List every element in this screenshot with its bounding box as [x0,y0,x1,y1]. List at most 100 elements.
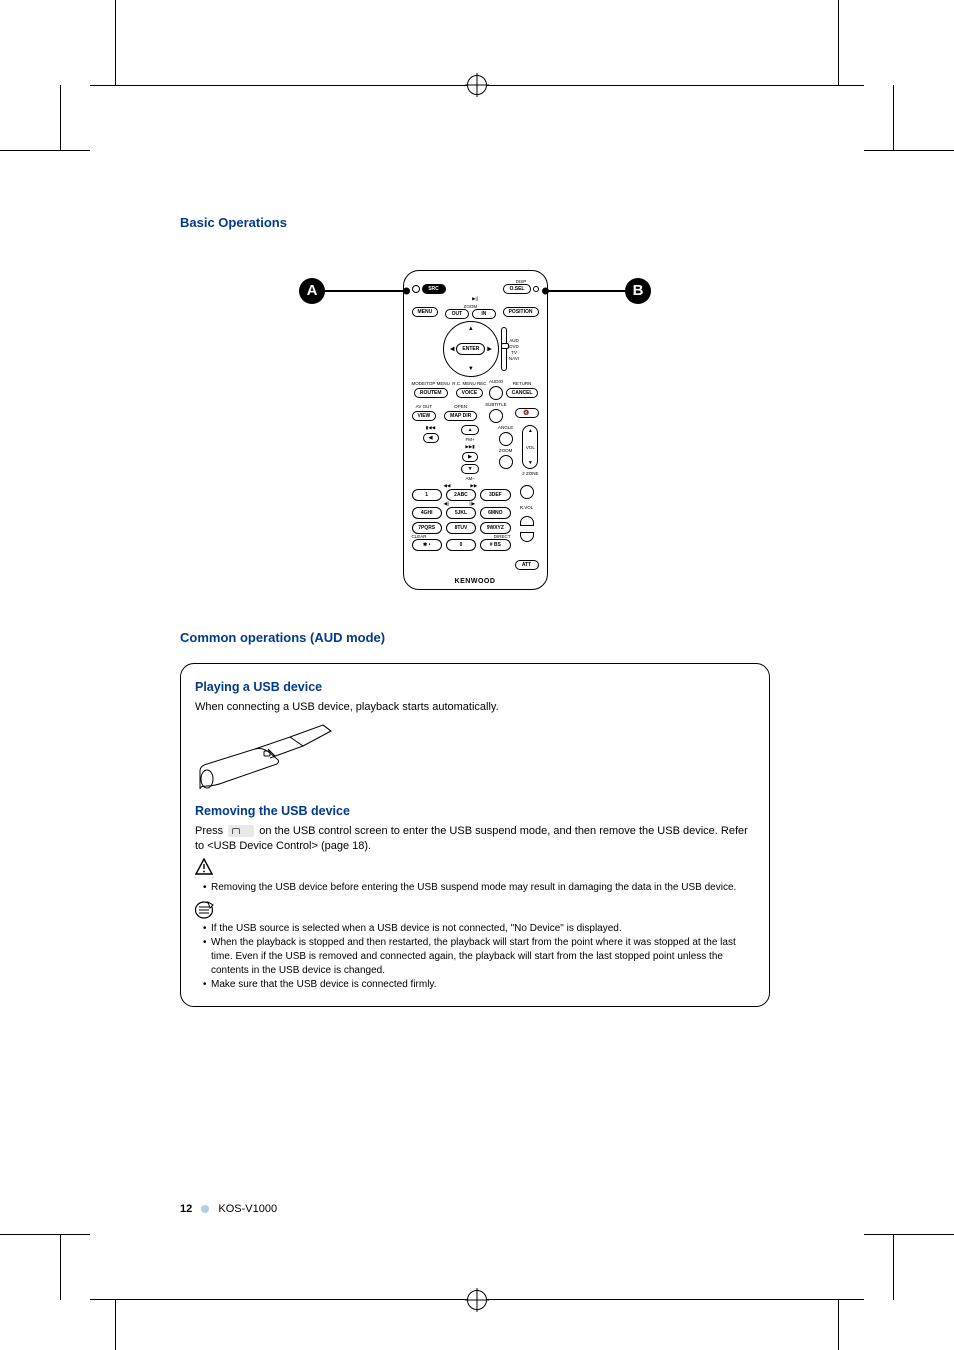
note-item: When the playback is stopped and then re… [203,936,755,978]
angle-button [499,432,513,446]
warning-list: Removing the USB device before entering … [203,881,755,895]
zoom-in-button: IN [472,309,496,319]
playing-heading: Playing a USB device [195,680,755,694]
warn-item: Removing the USB device before entering … [203,881,755,895]
section-title: Basic Operations [180,215,770,230]
rvol-down [520,532,534,542]
footer-dot-icon [201,1205,209,1213]
next-label: ▶▶▮ [465,444,474,450]
voice-top-label: R.C. MENU REC [452,381,486,386]
att-button: ATT [515,560,539,570]
enter-button: ENTER [456,343,485,355]
prev-label: ▮◀◀ [426,425,435,431]
avout-label: AV OUT [416,404,432,409]
removing-heading: Removing the USB device [195,804,755,818]
rew-label: ◀◀ [444,483,451,489]
eject-icon [228,825,254,837]
mapdir-button: MAP DIR [444,411,477,421]
down-arrow-icon: ▼ [468,366,474,372]
right-arrow-icon: ▶ [487,346,492,353]
callout-b: B [625,278,651,304]
key-7: 7PQRS [412,522,442,534]
key-4: 4GHI [412,507,442,519]
nav-down-button: ▼ [461,464,479,474]
mode-navi-label: NAVI [509,356,519,361]
voice-button: VOICE [456,388,484,398]
rvol-label: R.VOL [520,505,534,510]
angle-label: ANGLE [498,425,513,430]
left-arrow-icon: ◀ [450,346,455,353]
key-9: 9WXYZ [480,522,510,534]
remote-diagram: SRC DISP O.SEL ▶|| MENU ZOOM [403,270,548,590]
routem-top-label: MODE/TOP MENU [412,381,450,386]
remote-figure: A B SRC DISP O.SEL ▶|| MENU [305,270,645,590]
led-icon [412,285,420,293]
cancel-button: CANCEL [506,388,539,398]
callout-a-line [325,290,409,292]
nav-col-mid: ▲ FM+ ▶▶▮ ▶ ▼ AM– [451,425,489,481]
vol-down-icon: ▼ [528,460,533,466]
note-icon [195,901,215,919]
zoom-button [499,455,513,469]
vol-rocker: ▲ VOL ▼ [522,425,538,469]
nav-up-button: ▲ [461,425,479,435]
vol-up-icon: ▲ [528,428,533,434]
fm-label: FM+ [466,437,475,442]
key-6: 6MNO [480,507,510,519]
osel-button: O.SEL [503,284,530,294]
am-label: AM– [465,476,474,481]
nav-col-zoom: ANGLE ZOOM [491,425,521,469]
zoom2-label: ZOOM [499,448,513,453]
up-arrow-icon: ▲ [468,326,474,332]
playing-text: When connecting a USB device, playback s… [195,700,755,715]
vol-col-wrap: ▲ VOL ▼ 2 ZONE [522,425,538,476]
key-0: 0 [446,539,476,551]
play-pause-label: ▶|| [472,296,478,302]
page-number: 12 [180,1203,192,1215]
zone-label: 2 ZONE [522,471,538,476]
open-label: OPEN [454,404,467,409]
rvol-up [520,516,534,526]
mute-button: 🔇 [515,408,539,418]
position-button: POSITION [503,307,539,317]
key-3: 3DEF [480,489,510,501]
key-1: 1 [412,489,442,501]
subtitle-label: SUBTITLE [485,402,507,407]
key-hash: # BS [480,539,510,551]
mode-dvd-label: DVD [509,344,519,349]
warning-icon [195,858,213,876]
mode-aud-label: AUD [509,338,519,343]
common-ops-heading: Common operations (AUD mode) [180,630,770,645]
page-content: Basic Operations A B SRC DISP O.SEL ▶| [180,215,770,1007]
nav-right-button: ▶ [462,452,478,462]
mode-switch [501,327,507,371]
audio-button [489,386,503,400]
key-8: 8TUV [446,522,476,534]
dpad: ▲ ▼ ◀ ▶ ENTER [443,321,499,377]
removing-text: Press on the USB control screen to enter… [195,824,755,854]
zone2-button [520,485,534,499]
step-back-label: ◀|| [444,501,450,507]
subtitle-button [489,409,503,423]
removing-text-a: Press [195,825,226,837]
vol-label: VOL [526,445,535,450]
nav-col-left: ▮◀◀ ◀ [412,425,450,443]
zoom-out-button: OUT [445,309,469,319]
view-button: VIEW [412,411,437,421]
led-icon [533,286,539,292]
src-button: SRC [422,284,446,294]
menu-button: MENU [412,307,439,317]
numpad: 1 2ABC 3DEF [412,489,511,501]
mode-tv-label: TV [509,350,519,355]
callout-a: A [299,278,325,304]
note-item: Make sure that the USB device is connect… [203,978,755,992]
ff-label: ▶▶ [470,483,477,489]
callout-b-line [543,290,625,292]
usb-illustration [195,721,755,794]
note-item: If the USB source is selected when a USB… [203,922,755,936]
routem-button: ROUTEM [414,388,448,398]
removing-text-b: on the USB control screen to enter the U… [195,825,748,852]
key-star: ✱ • [412,539,442,551]
key-2: 2ABC [446,489,476,501]
nav-left-button: ◀ [423,433,439,443]
